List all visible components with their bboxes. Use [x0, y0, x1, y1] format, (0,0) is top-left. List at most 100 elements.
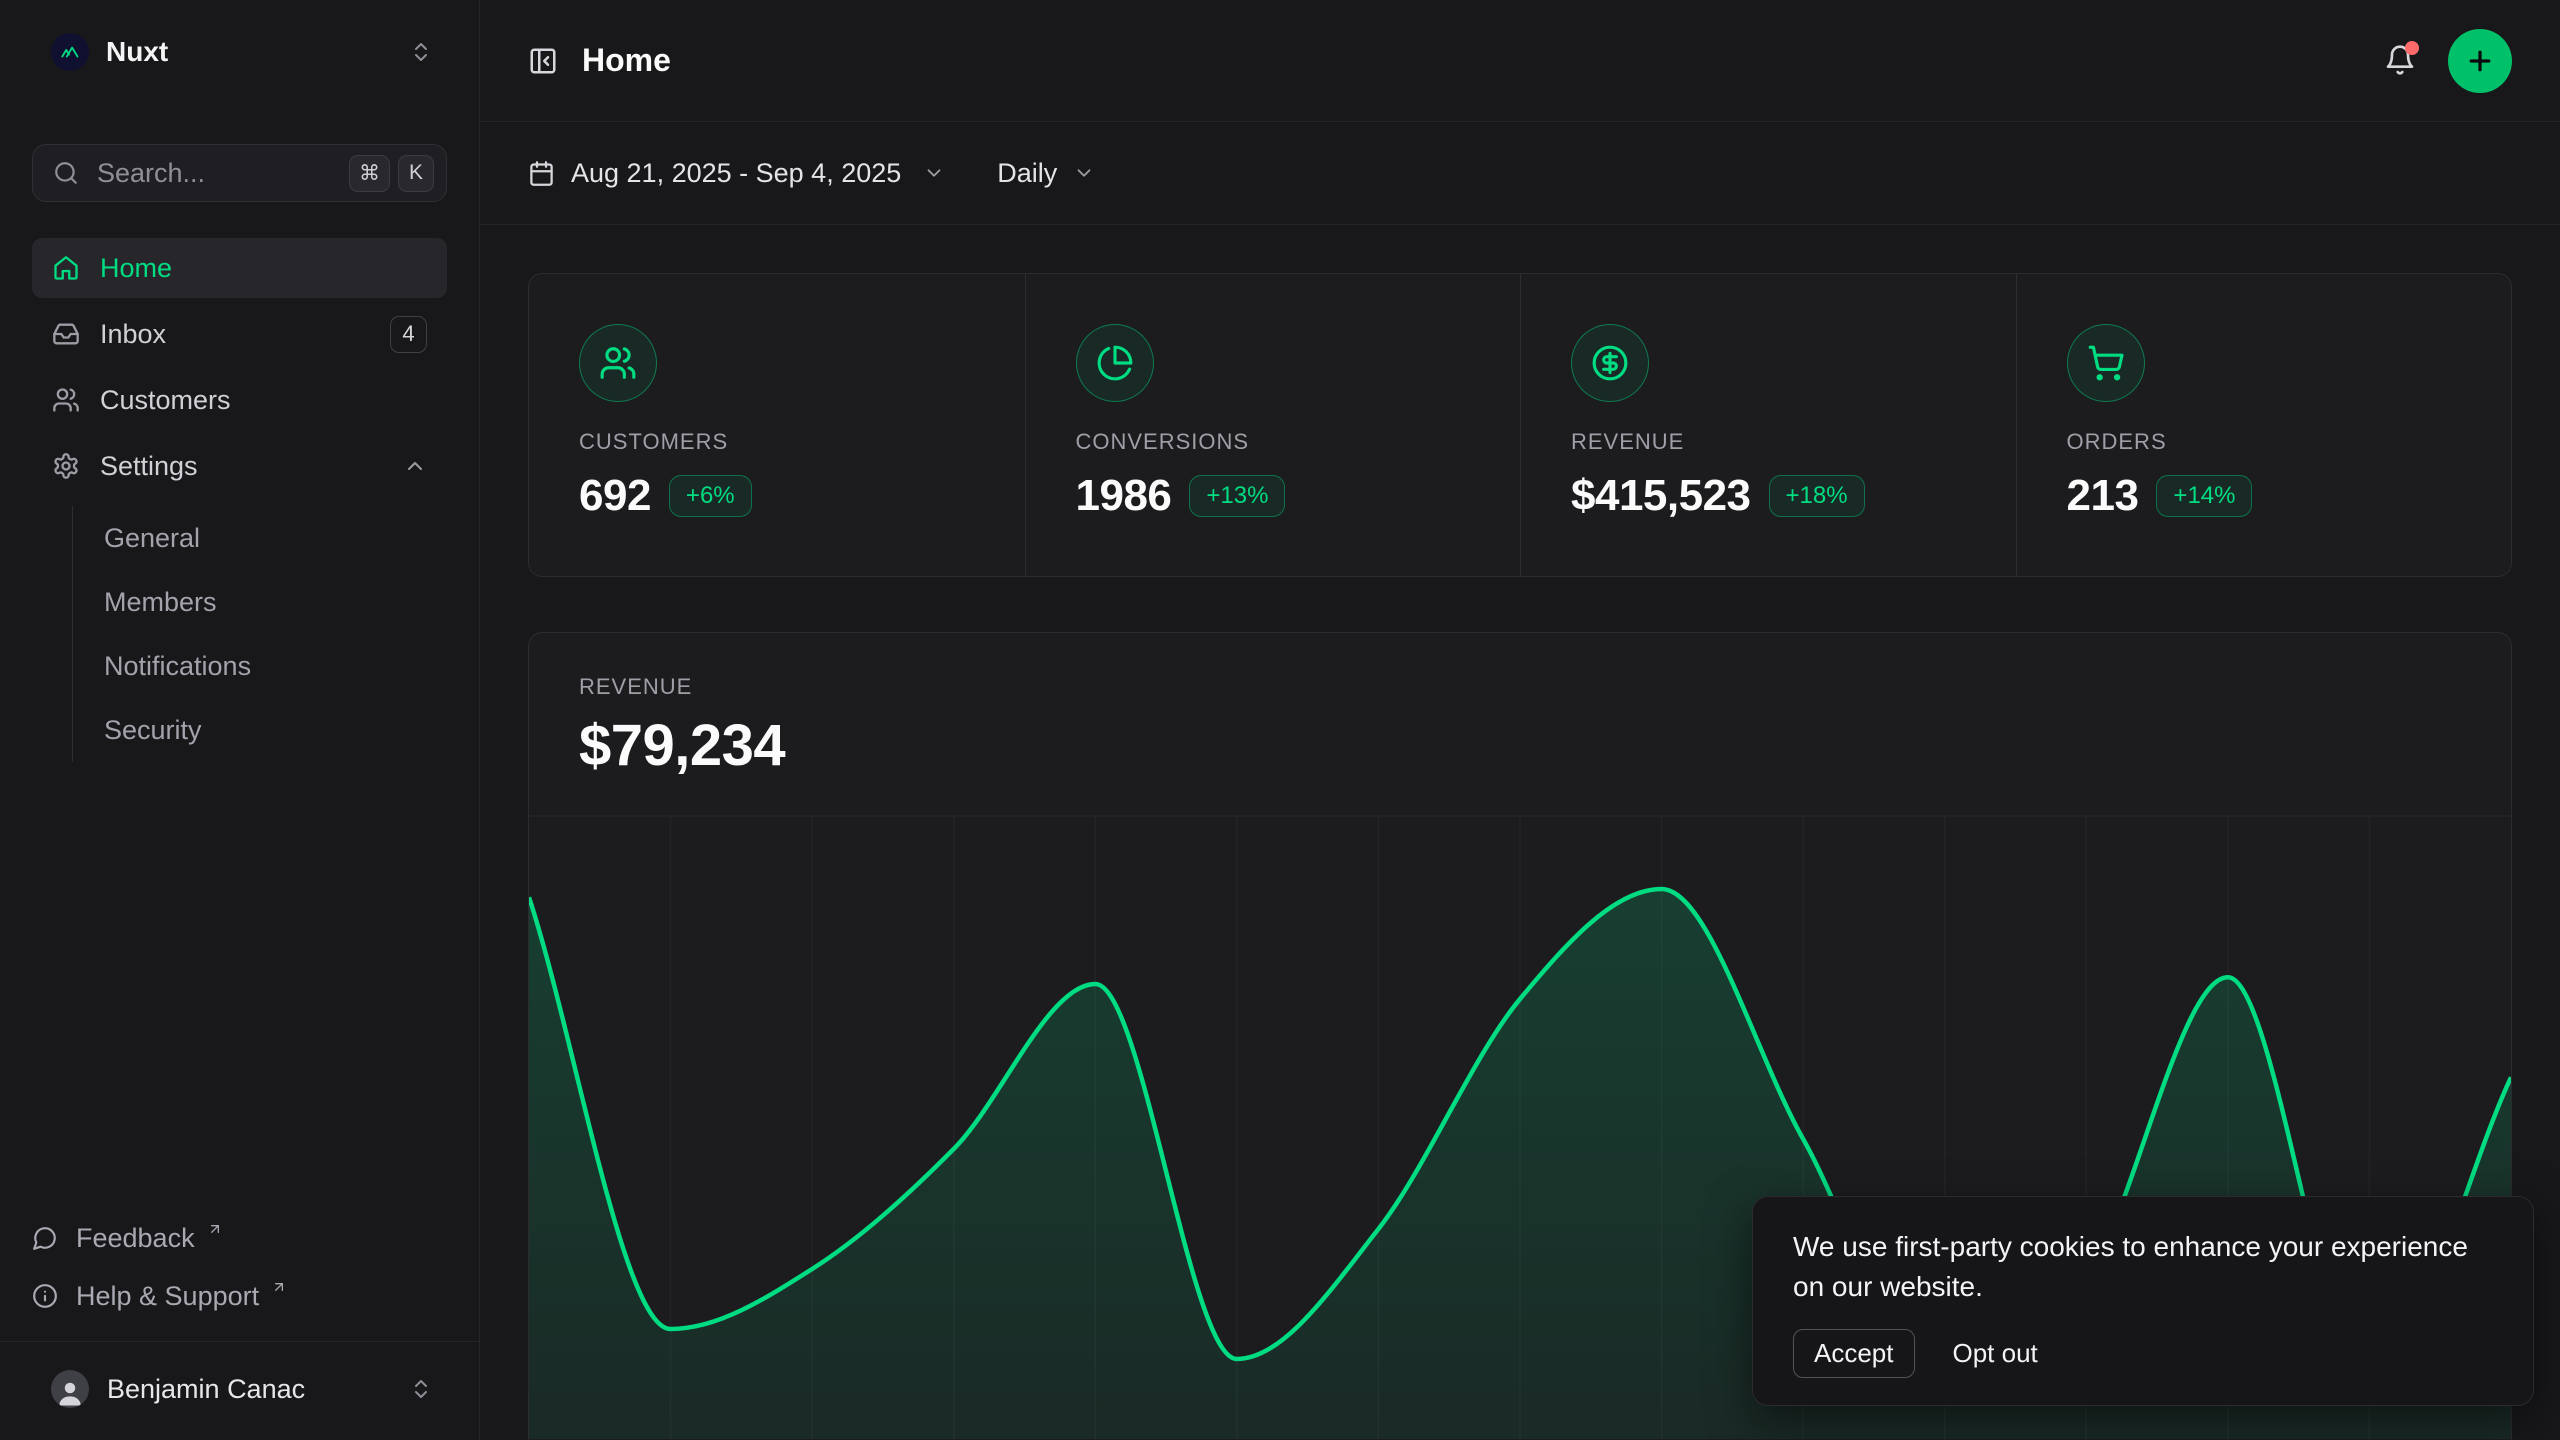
stat-value: $415,523 — [1571, 470, 1751, 522]
user-name: Benjamin Canac — [107, 1374, 305, 1405]
sidebar-item-inbox[interactable]: Inbox 4 — [32, 304, 447, 364]
sidebar-subitem-label: Security — [104, 715, 202, 746]
page-header: Home — [480, 0, 2560, 122]
inbox-count-badge: 4 — [390, 316, 427, 353]
stat-icon-circle — [1571, 324, 1649, 402]
stat-label: CUSTOMERS — [579, 430, 1005, 454]
granularity-value: Daily — [997, 158, 1057, 189]
person-silhouette-icon — [55, 1378, 85, 1408]
circle-dollar-icon — [1591, 344, 1629, 382]
stat-icon-circle — [579, 324, 657, 402]
stat-value: 692 — [579, 470, 651, 522]
house-icon — [52, 254, 80, 282]
kbd-key: K — [398, 155, 434, 192]
kbd-meta: ⌘ — [349, 155, 390, 192]
sidebar-item-home[interactable]: Home — [32, 238, 447, 298]
users-icon — [52, 386, 80, 414]
sidebar-item-label: Home — [100, 253, 172, 284]
sidebar-subitem-general[interactable]: General — [104, 506, 447, 570]
chevron-up-icon — [403, 454, 427, 478]
stat-orders: ORDERS 213 +14% — [2016, 274, 2512, 576]
chevron-down-icon — [1073, 162, 1095, 184]
shopping-cart-icon — [2087, 344, 2125, 382]
search-icon — [53, 160, 79, 186]
date-range-picker[interactable]: Aug 21, 2025 - Sep 4, 2025 — [528, 158, 945, 189]
notifications-button[interactable] — [2384, 44, 2418, 78]
inbox-icon — [52, 320, 80, 348]
stat-label: REVENUE — [1571, 430, 1996, 454]
stat-value: 1986 — [1076, 470, 1172, 522]
sidebar-item-label: Settings — [100, 451, 198, 482]
user-menu[interactable]: Benjamin Canac — [32, 1357, 447, 1421]
stat-delta-badge: +13% — [1189, 475, 1285, 517]
filters-toolbar: Aug 21, 2025 - Sep 4, 2025 Daily — [480, 122, 2560, 225]
stats-card: CUSTOMERS 692 +6% CONVERSIONS 1986 +13% — [528, 273, 2512, 577]
sidebar-nav: Home Inbox 4 Customers Settings — [32, 238, 447, 762]
nuxt-logo — [51, 33, 89, 71]
stat-delta-badge: +6% — [669, 475, 752, 517]
pie-chart-icon — [1096, 344, 1134, 382]
sidebar-subitem-security[interactable]: Security — [104, 698, 447, 762]
cookie-message: We use first-party cookies to enhance yo… — [1793, 1227, 2473, 1307]
gear-icon — [52, 452, 80, 480]
add-button[interactable] — [2448, 29, 2512, 93]
sidebar-collapse-button[interactable] — [528, 46, 558, 76]
sidebar-item-label: Customers — [100, 385, 231, 416]
cookie-actions: Accept Opt out — [1793, 1329, 2493, 1378]
stat-value: 213 — [2067, 470, 2139, 522]
stat-icon-circle — [2067, 324, 2145, 402]
page-title: Home — [582, 42, 671, 79]
chevrons-up-down-icon — [409, 40, 433, 64]
sidebar-item-customers[interactable]: Customers — [32, 370, 447, 430]
sidebar-subitem-label: Notifications — [104, 651, 251, 682]
stat-customers: CUSTOMERS 692 +6% — [529, 274, 1025, 576]
settings-subnav: General Members Notifications Security — [72, 506, 447, 762]
accept-button[interactable]: Accept — [1793, 1329, 1915, 1378]
calendar-icon — [528, 160, 555, 187]
search-input[interactable] — [97, 158, 331, 189]
stat-conversions: CONVERSIONS 1986 +13% — [1025, 274, 1521, 576]
sidebar-subitem-notifications[interactable]: Notifications — [104, 634, 447, 698]
header-actions — [2384, 29, 2512, 93]
feedback-label: Feedback — [76, 1223, 195, 1254]
sidebar-item-label: Inbox — [100, 319, 166, 350]
users-icon — [599, 344, 637, 382]
help-support-label: Help & Support — [76, 1281, 259, 1312]
workspace-switcher[interactable]: Nuxt — [32, 26, 447, 78]
external-link-arrow-icon — [271, 1279, 287, 1295]
stat-delta-badge: +18% — [1769, 475, 1865, 517]
notification-dot — [2405, 41, 2419, 55]
help-support-link[interactable]: Help & Support — [32, 1267, 447, 1325]
brand-name: Nuxt — [106, 36, 168, 68]
sidebar-subitem-members[interactable]: Members — [104, 570, 447, 634]
sidebar-user-section: Benjamin Canac — [0, 1341, 479, 1440]
avatar — [51, 1370, 89, 1408]
message-circle-icon — [32, 1225, 58, 1251]
date-range-value: Aug 21, 2025 - Sep 4, 2025 — [571, 158, 901, 189]
stat-delta-badge: +14% — [2156, 475, 2252, 517]
chevron-down-icon — [923, 162, 945, 184]
info-circle-icon — [32, 1283, 58, 1309]
plus-icon — [2465, 46, 2495, 76]
stat-label: ORDERS — [2067, 430, 2492, 454]
revenue-chart-value: $79,234 — [579, 715, 2461, 777]
nuxt-logo-icon — [59, 41, 81, 63]
panel-left-close-icon — [528, 46, 558, 76]
stat-revenue: REVENUE $415,523 +18% — [1520, 274, 2016, 576]
sidebar-footer: Feedback Help & Support — [32, 1209, 447, 1341]
search-bar[interactable]: ⌘ K — [32, 144, 447, 202]
granularity-select[interactable]: Daily — [997, 158, 1095, 189]
chevrons-up-down-icon — [409, 1377, 433, 1401]
feedback-link[interactable]: Feedback — [32, 1209, 447, 1267]
cookie-banner: We use first-party cookies to enhance yo… — [1752, 1196, 2534, 1406]
revenue-chart-header: REVENUE $79,234 — [529, 675, 2511, 777]
sidebar-subitem-label: General — [104, 523, 200, 554]
opt-out-button[interactable]: Opt out — [1953, 1338, 2038, 1369]
sidebar-subitem-label: Members — [104, 587, 217, 618]
sidebar: Nuxt ⌘ K Home Inbox 4 — [0, 0, 480, 1440]
sidebar-item-settings[interactable]: Settings — [32, 436, 447, 496]
external-link-arrow-icon — [207, 1221, 223, 1237]
search-kbd-hints: ⌘ K — [349, 155, 434, 192]
stat-icon-circle — [1076, 324, 1154, 402]
stat-label: CONVERSIONS — [1076, 430, 1501, 454]
